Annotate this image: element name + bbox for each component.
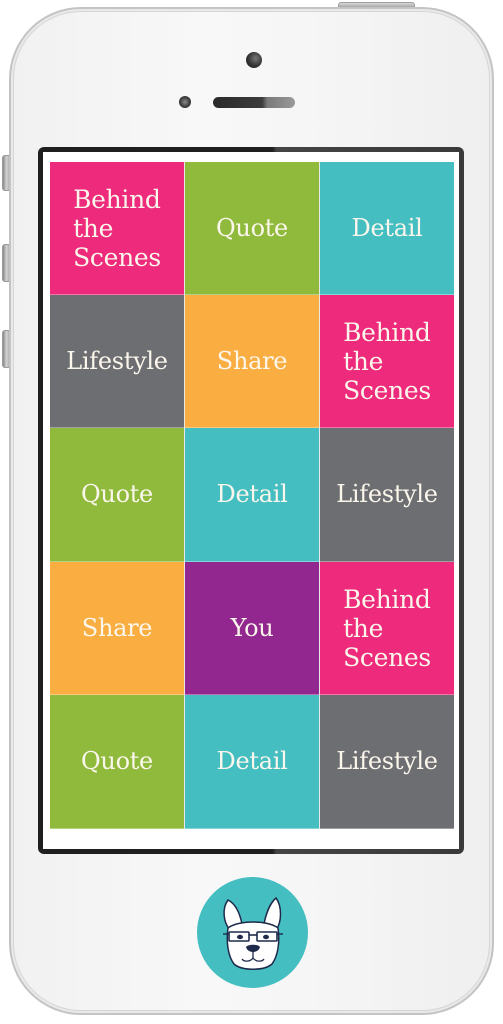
- tile-lifestyle[interactable]: Lifestyle: [320, 428, 454, 562]
- tile-label: Behind the Scenes: [343, 317, 431, 405]
- tile-detail[interactable]: Detail: [185, 695, 319, 829]
- tile-detail[interactable]: Detail: [185, 428, 319, 562]
- tile-quote[interactable]: Quote: [50, 428, 184, 562]
- tile-label: Behind the Scenes: [343, 584, 431, 672]
- tile-label: Behind the Scenes: [73, 184, 161, 272]
- tile-label: Quote: [81, 480, 153, 508]
- tile-label: Quote: [216, 213, 288, 242]
- tile-share[interactable]: Share: [50, 562, 184, 695]
- tile-label: Detail: [351, 213, 423, 242]
- screen-bezel: Behind the Scenes Quote Detail Lifestyle…: [38, 147, 464, 854]
- tile-share[interactable]: Share: [185, 295, 319, 428]
- tile-label: Share: [216, 346, 288, 375]
- tile-label: Detail: [216, 747, 288, 775]
- tile-label: Lifestyle: [336, 480, 438, 508]
- tile-quote[interactable]: Quote: [50, 695, 184, 829]
- tile-you[interactable]: You: [185, 562, 319, 695]
- tile-label: Quote: [81, 747, 153, 775]
- tile-behind-the-scenes[interactable]: Behind the Scenes: [50, 162, 184, 295]
- french-bulldog-with-glasses-icon: [222, 896, 283, 970]
- front-camera-icon: [246, 52, 262, 68]
- tile-label: You: [230, 613, 274, 642]
- tile-label: Detail: [216, 480, 288, 508]
- tile-label: Share: [81, 613, 153, 642]
- tile-label: Lifestyle: [66, 346, 168, 375]
- earpiece-speaker-icon: [213, 97, 295, 108]
- tile-label: Lifestyle: [336, 747, 438, 775]
- tile-detail[interactable]: Detail: [320, 162, 454, 295]
- tile-quote[interactable]: Quote: [185, 162, 319, 295]
- tile-grid: Behind the Scenes Quote Detail Lifestyle…: [50, 162, 454, 829]
- proximity-sensor-icon: [179, 96, 191, 108]
- tile-behind-the-scenes[interactable]: Behind the Scenes: [320, 562, 454, 695]
- tile-lifestyle[interactable]: Lifestyle: [320, 695, 454, 829]
- home-button[interactable]: [197, 877, 308, 988]
- tile-behind-the-scenes[interactable]: Behind the Scenes: [320, 295, 454, 428]
- screen: Behind the Scenes Quote Detail Lifestyle…: [43, 152, 459, 849]
- tile-lifestyle[interactable]: Lifestyle: [50, 295, 184, 428]
